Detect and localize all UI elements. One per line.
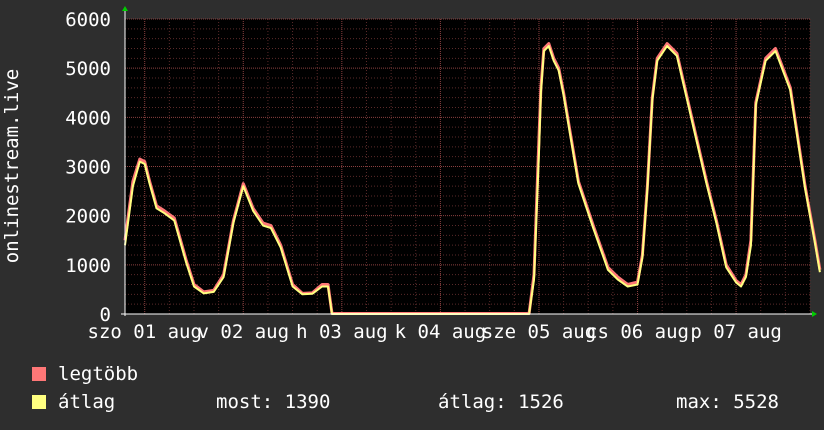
y-axis-title: onlinestream.live — [1, 69, 23, 263]
x-tick-label: v 02 aug — [198, 321, 290, 343]
y-tick-label: 3000 — [65, 157, 111, 179]
y-tick-label: 6000 — [65, 9, 111, 31]
legend-item-max: legtöbb — [32, 363, 138, 385]
stat-current: most: 1390 — [216, 391, 331, 413]
y-tick-label: 2000 — [65, 206, 111, 228]
x-tick-label: szo 01 aug — [88, 321, 202, 343]
y-tick-label: 1000 — [65, 255, 111, 277]
stat-average: átlag: 1526 — [438, 391, 564, 413]
x-tick-label: k 04 aug — [395, 321, 487, 343]
legend-swatch-avg — [32, 395, 46, 409]
stat-max: max: 5528 — [676, 391, 779, 413]
legend-label-max: legtöbb — [58, 363, 139, 385]
x-tick-label: h 03 aug — [296, 321, 388, 343]
y-axis-arrow — [122, 6, 128, 11]
x-axis-arrow — [812, 311, 817, 317]
chart-svg: 0100020003000400050006000szo 01 augv 02 … — [1, 6, 822, 343]
y-tick-label: 5000 — [65, 58, 111, 80]
y-tick-label: 4000 — [65, 107, 111, 129]
legend-swatch-max — [32, 367, 46, 381]
legend-item-avg: átlag — [32, 391, 115, 413]
x-tick-label: sze 05 aug — [482, 321, 596, 343]
x-tick-label: p 07 aug — [690, 321, 782, 343]
legend-label-avg: átlag — [58, 391, 116, 413]
x-tick-label: cs 06 aug — [586, 321, 689, 343]
